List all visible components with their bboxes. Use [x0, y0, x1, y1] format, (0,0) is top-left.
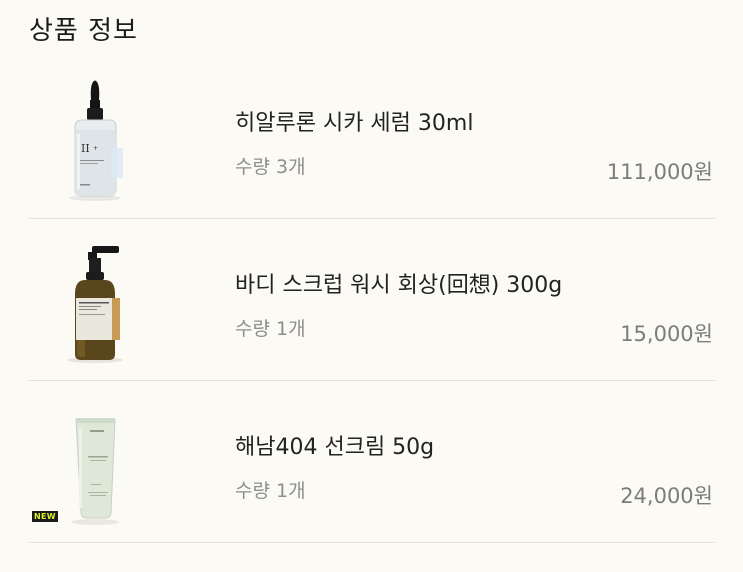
product-price: 24,000원	[620, 484, 713, 508]
svg-text:II: II	[81, 142, 90, 155]
product-thumbnail[interactable]	[55, 400, 165, 530]
product-name[interactable]: 히알루론 시카 세럼 30ml	[235, 105, 473, 137]
new-badge: NEW	[32, 511, 58, 522]
product-list-item[interactable]: 바디 스크럽 워시 회상(回想) 300g 수량 1개 15,000원	[29, 218, 715, 381]
product-price: 111,000원	[606, 160, 713, 184]
product-thumbnail[interactable]	[55, 238, 165, 368]
product-list-item[interactable]: II + 히알루론 시카 세럼 30ml 수량 3개 111,000원	[29, 56, 715, 219]
product-quantity: 수량 1개	[235, 318, 306, 340]
product-quantity: 수량 1개	[235, 480, 306, 502]
serum-dropper-bottle-icon: II +	[69, 80, 123, 201]
sunscreen-tube-icon	[71, 418, 119, 525]
product-name[interactable]: 해남404 선크림 50g	[235, 429, 434, 461]
product-price: 15,000원	[620, 322, 713, 346]
amber-pump-bottle-icon	[67, 246, 123, 363]
product-name[interactable]: 바디 스크럽 워시 회상(回想) 300g	[235, 267, 562, 299]
product-quantity: 수량 3개	[235, 156, 306, 178]
svg-text:+: +	[93, 145, 98, 152]
product-list-item[interactable]: NEW 해남404 선크림 50g 수량 1개 24,000원	[29, 380, 715, 543]
section-title: 상품 정보	[29, 16, 138, 46]
product-thumbnail[interactable]: II +	[55, 76, 165, 206]
